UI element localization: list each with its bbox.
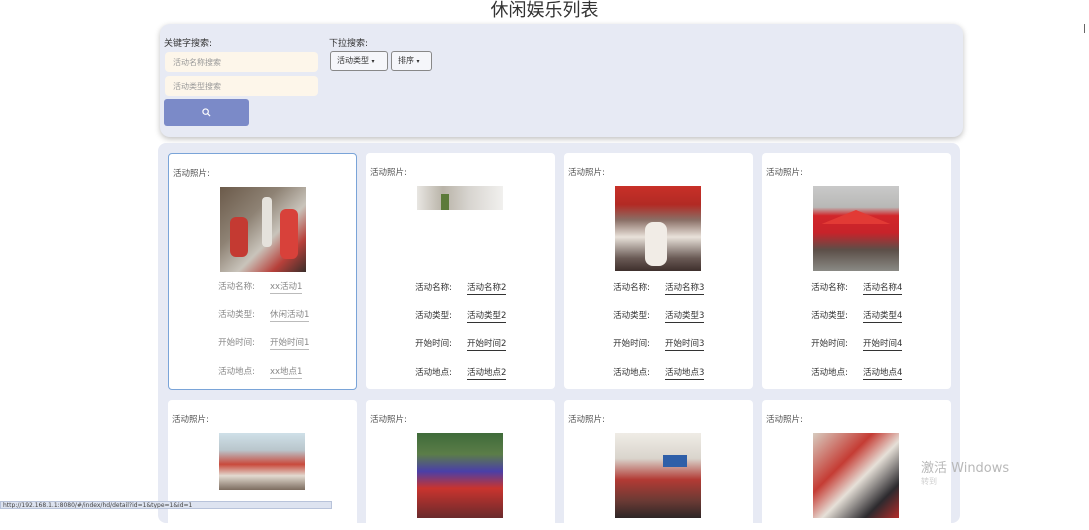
time-key: 开始时间: <box>218 338 255 348</box>
search-button[interactable] <box>164 99 249 126</box>
info-row-type: 活动类型: 活动类型4 <box>762 307 951 323</box>
type-search-input[interactable]: 活动类型搜索 <box>165 76 318 96</box>
name-value: 活动名称2 <box>467 283 507 295</box>
activity-card[interactable]: 活动照片: <box>168 400 357 530</box>
photo-label: 活动照片: <box>370 415 407 425</box>
activity-card[interactable]: 活动照片: 活动名称: 活动名称2 活动类型: 活动类型2 开始时间: 开始时间… <box>366 153 555 389</box>
time-value: 开始时间1 <box>270 338 310 350</box>
place-key: 活动地点: <box>613 368 650 378</box>
info-row-name: 活动名称: xx活动1 <box>169 278 358 294</box>
time-key: 开始时间: <box>613 339 650 349</box>
activity-photo <box>417 186 503 210</box>
photo-label: 活动照片: <box>172 415 209 425</box>
name-key: 活动名称: <box>613 283 650 293</box>
activity-photo <box>813 186 899 271</box>
place-value: 活动地点2 <box>467 368 507 380</box>
info-row-type: 活动类型: 活动类型2 <box>366 307 555 323</box>
time-key: 开始时间: <box>811 339 848 349</box>
type-key: 活动类型: <box>415 311 452 321</box>
activity-photo <box>417 433 503 518</box>
sort-dropdown-label: 排序 <box>398 56 414 65</box>
activate-windows-watermark: 激活 Windows <box>921 461 1010 476</box>
info-row-time: 开始时间: 开始时间3 <box>564 335 753 351</box>
info-row-time: 开始时间: 开始时间2 <box>366 335 555 351</box>
type-value: 活动类型2 <box>467 311 507 323</box>
info-row-place: 活动地点: 活动地点2 <box>366 364 555 380</box>
info-row-time: 开始时间: 开始时间4 <box>762 335 951 351</box>
search-icon <box>202 107 211 117</box>
photo-label: 活动照片: <box>766 415 803 425</box>
info-row-type: 活动类型: 活动类型3 <box>564 307 753 323</box>
type-value: 活动类型3 <box>665 311 705 323</box>
activity-photo <box>813 433 899 518</box>
activity-card[interactable]: 活动照片: 活动名称: xx活动1 活动类型: 休闲活动1 开始时间: 开始时间… <box>168 153 357 390</box>
name-value: 活动名称4 <box>863 283 903 295</box>
type-value: 休闲活动1 <box>270 310 310 322</box>
activity-card[interactable]: 活动照片: <box>564 400 753 530</box>
activity-card[interactable]: 活动照片: 活动名称: 活动名称3 活动类型: 活动类型3 开始时间: 开始时间… <box>564 153 753 389</box>
photo-label: 活动照片: <box>568 415 605 425</box>
info-row-name: 活动名称: 活动名称3 <box>564 279 753 295</box>
activate-windows-subtext: 转到 <box>921 477 937 486</box>
sort-dropdown[interactable]: 排序 ▾ <box>391 51 432 71</box>
place-value: 活动地点3 <box>665 368 705 380</box>
info-row-place: 活动地点: 活动地点4 <box>762 364 951 380</box>
activity-photo <box>615 186 701 271</box>
name-key: 活动名称: <box>811 283 848 293</box>
scroll-marker: | <box>1083 24 1087 34</box>
photo-label: 活动照片: <box>173 169 210 179</box>
photo-label: 活动照片: <box>766 168 803 178</box>
search-panel: 关键字搜索: 活动名称搜索 活动类型搜索 下拉搜索: 活动类型 ▾ 排序 ▾ <box>160 24 963 137</box>
name-value: 活动名称3 <box>665 283 705 295</box>
info-row-name: 活动名称: 活动名称2 <box>366 279 555 295</box>
activity-card[interactable]: 活动照片: <box>366 400 555 530</box>
info-row-time: 开始时间: 开始时间1 <box>169 334 358 350</box>
photo-label: 活动照片: <box>568 168 605 178</box>
activity-list-panel: 活动照片: 活动名称: xx活动1 活动类型: 休闲活动1 开始时间: 开始时间… <box>158 143 960 530</box>
time-value: 开始时间3 <box>665 339 705 351</box>
activity-photo <box>615 433 701 518</box>
type-key: 活动类型: <box>218 310 255 320</box>
keyword-search-label: 关键字搜索: <box>164 39 213 49</box>
photo-label: 活动照片: <box>370 168 407 178</box>
activity-card[interactable]: 活动照片: 活动名称: 活动名称4 活动类型: 活动类型4 开始时间: 开始时间… <box>762 153 951 389</box>
info-row-place: 活动地点: xx地点1 <box>169 363 358 379</box>
info-row-name: 活动名称: 活动名称4 <box>762 279 951 295</box>
name-value: xx活动1 <box>270 282 303 294</box>
name-key: 活动名称: <box>218 282 255 292</box>
activity-photo <box>219 433 305 490</box>
info-row-place: 活动地点: 活动地点3 <box>564 364 753 380</box>
place-value: 活动地点4 <box>863 368 903 380</box>
place-key: 活动地点: <box>218 367 255 377</box>
place-value: xx地点1 <box>270 367 303 379</box>
caret-down-icon: ▾ <box>371 58 375 65</box>
place-key: 活动地点: <box>811 368 848 378</box>
name-key: 活动名称: <box>415 283 452 293</box>
info-row-type: 活动类型: 休闲活动1 <box>169 306 358 322</box>
type-key: 活动类型: <box>613 311 650 321</box>
caret-down-icon: ▾ <box>416 58 420 65</box>
activity-type-dropdown-label: 活动类型 <box>337 56 369 65</box>
time-key: 开始时间: <box>415 339 452 349</box>
type-key: 活动类型: <box>811 311 848 321</box>
dropdown-search-label: 下拉搜索: <box>329 39 369 49</box>
activity-photo <box>220 187 306 272</box>
time-value: 开始时间2 <box>467 339 507 351</box>
type-value: 活动类型4 <box>863 311 903 323</box>
time-value: 开始时间4 <box>863 339 903 351</box>
name-search-input[interactable]: 活动名称搜索 <box>165 52 318 72</box>
activity-type-dropdown[interactable]: 活动类型 ▾ <box>330 51 388 71</box>
place-key: 活动地点: <box>415 368 452 378</box>
page-title: 休闲娱乐列表 <box>490 0 599 21</box>
